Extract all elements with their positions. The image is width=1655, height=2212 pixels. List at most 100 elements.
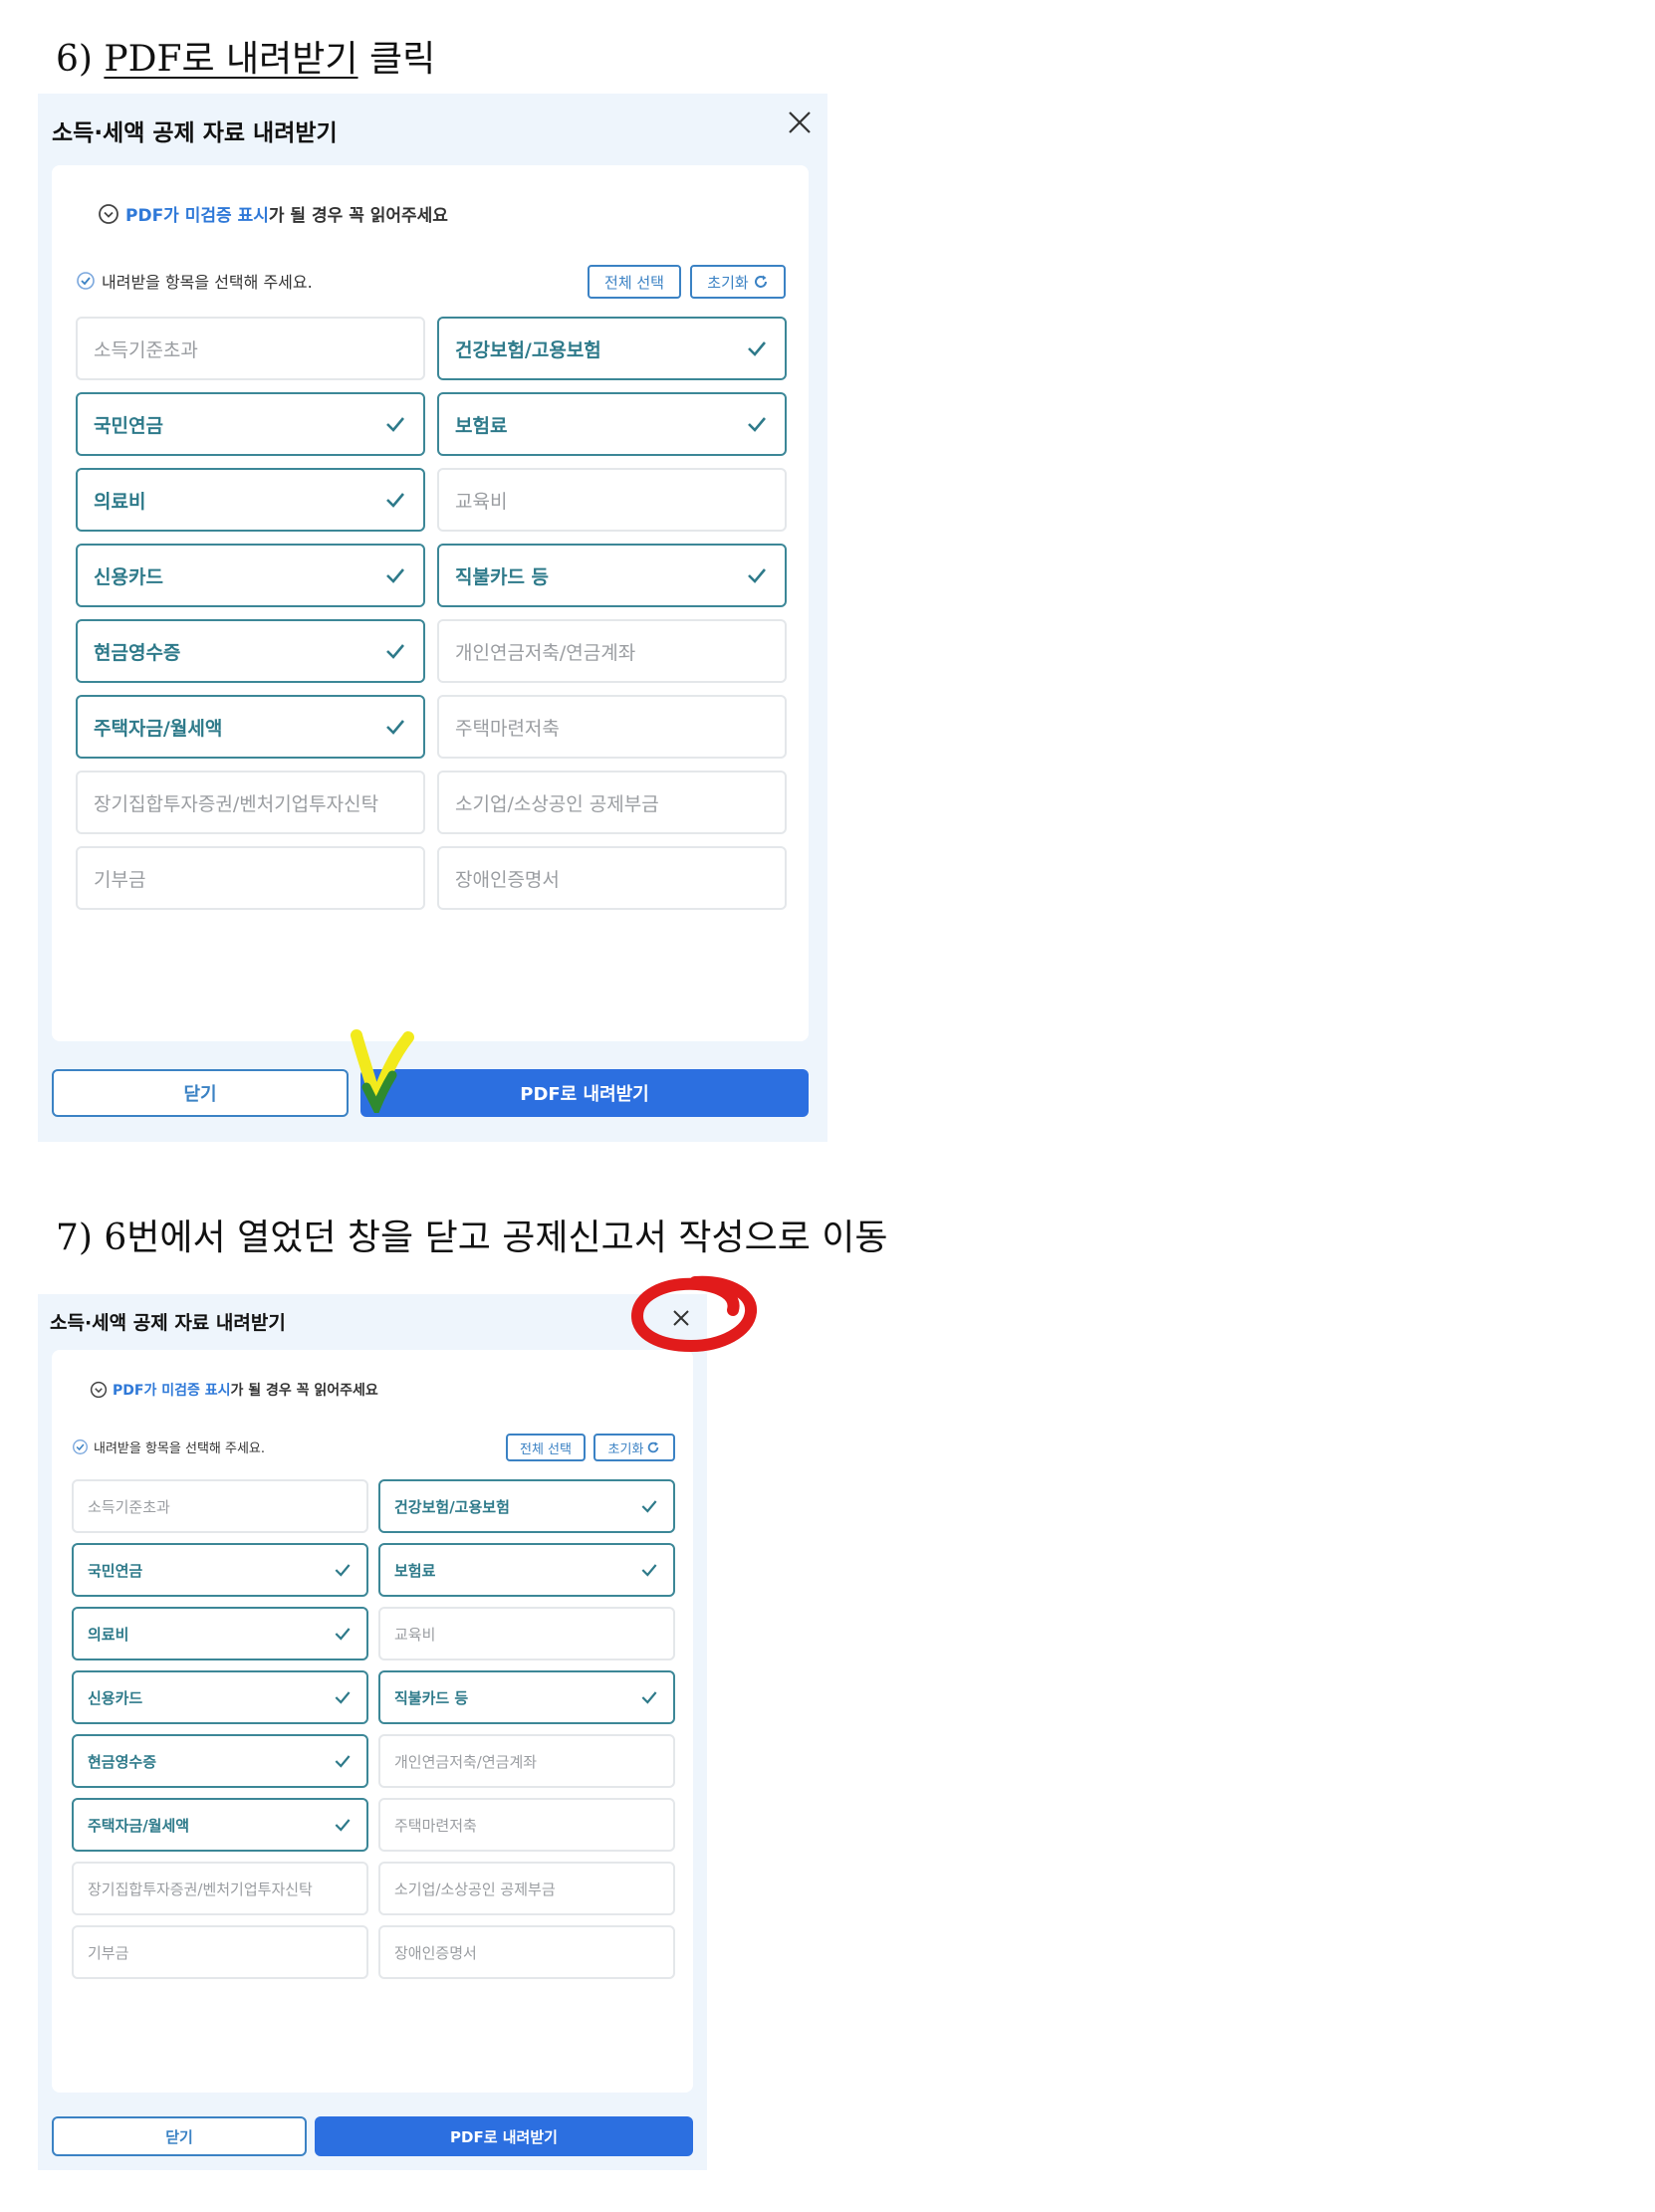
close-button[interactable]: 닫기 <box>52 2116 307 2156</box>
item-option[interactable]: 의료비 <box>76 468 425 532</box>
item-option[interactable]: 직불카드 등 <box>378 1670 675 1724</box>
item-option[interactable]: 현금영수증 <box>76 619 425 683</box>
item-option-label: 현금영수증 <box>94 641 181 664</box>
item-option[interactable]: 개인연금저축/연금계좌 <box>378 1734 675 1788</box>
checkmark-icon <box>386 644 404 659</box>
item-option-label: 장애인증명서 <box>394 1943 477 1962</box>
select-all-label: 전체 선택 <box>520 1441 572 1457</box>
step-7-heading: 7) 6번에서 열었던 창을 닫고 공제신고서 작성으로 이동 <box>56 1209 888 1260</box>
item-option[interactable]: 주택마련저축 <box>378 1798 675 1852</box>
items-grid: 소득기준초과 건강보험/고용보험국민연금 보험료의료비 교육비신용카드 직불카드 등현금… <box>76 317 787 910</box>
item-option[interactable]: 보험료 <box>378 1543 675 1597</box>
checkmark-icon <box>748 417 766 432</box>
step-6-suffix: 클릭 <box>368 39 436 80</box>
item-option[interactable]: 기부금 <box>72 1925 368 1979</box>
item-option[interactable]: 소기업/소상공인 공제부금 <box>437 771 787 834</box>
unverified-notice[interactable]: PDF가 미검증 표시 가 될 경우 꼭 읽어주세요 <box>98 201 448 226</box>
instruction-text: 내려받을 항목을 선택해 주세요. <box>94 1441 266 1456</box>
item-option[interactable]: 교육비 <box>378 1607 675 1660</box>
item-option[interactable]: 건강보험/고용보험 <box>378 1479 675 1533</box>
item-option-label: 신용카드 <box>94 565 163 588</box>
step-7-number: 7) <box>56 1217 93 1258</box>
item-option[interactable]: 주택자금/월세액 <box>72 1798 368 1852</box>
step-6-action-label: PDF로 내려받기 <box>104 39 358 80</box>
item-option[interactable]: 장기집합투자증권/벤처기업투자신탁 <box>72 1862 368 1915</box>
checkmark-icon <box>641 1500 657 1513</box>
item-option-label: 소득기준초과 <box>88 1497 170 1516</box>
item-option[interactable]: 장애인증명서 <box>437 846 787 910</box>
item-option[interactable]: 기부금 <box>76 846 425 910</box>
unverified-notice[interactable]: PDF가 미검증 표시 가 될 경우 꼭 읽어주세요 <box>90 1380 378 1400</box>
select-all-button[interactable]: 전체 선택 <box>588 265 681 299</box>
notice-rest: 가 될 경우 꼭 읽어주세요 <box>230 1383 378 1399</box>
reset-label: 초기화 <box>607 1441 644 1457</box>
dialog-title: 소득·세액 공제 자료 내려받기 <box>52 120 338 146</box>
pdf-download-button[interactable]: PDF로 내려받기 <box>360 1069 809 1117</box>
refresh-icon <box>648 1441 659 1453</box>
notice-highlight: PDF가 미검증 표시 <box>125 206 269 226</box>
item-option[interactable]: 신용카드 <box>76 544 425 607</box>
item-option-label: 장애인증명서 <box>455 868 560 891</box>
item-option[interactable]: 현금영수증 <box>72 1734 368 1788</box>
item-option-label: 주택자금/월세액 <box>94 717 223 740</box>
item-option-label: 국민연금 <box>94 414 163 437</box>
close-icon[interactable] <box>787 110 813 135</box>
item-option[interactable]: 장애인증명서 <box>378 1925 675 1979</box>
item-option[interactable]: 주택마련저축 <box>437 695 787 759</box>
checkmark-icon <box>335 1819 351 1832</box>
step-7-text: 6번에서 열었던 창을 닫고 공제신고서 작성으로 이동 <box>104 1217 888 1258</box>
reset-label: 초기화 <box>707 273 749 292</box>
item-option[interactable]: 국민연금 <box>72 1543 368 1597</box>
item-option[interactable]: 소득기준초과 <box>76 317 425 380</box>
checkmark-icon <box>748 341 766 356</box>
item-option-label: 의료비 <box>94 490 146 513</box>
pdf-download-button[interactable]: PDF로 내려받기 <box>315 2116 693 2156</box>
item-option[interactable]: 교육비 <box>437 468 787 532</box>
item-option[interactable]: 보험료 <box>437 392 787 456</box>
item-option[interactable]: 국민연금 <box>76 392 425 456</box>
item-option[interactable]: 소득기준초과 <box>72 1479 368 1533</box>
item-option[interactable]: 건강보험/고용보험 <box>437 317 787 380</box>
checkmark-icon <box>641 1564 657 1577</box>
checkmark-icon <box>641 1691 657 1704</box>
step-6-heading: 6) PDF로 내려받기 클릭 <box>56 30 435 82</box>
notice-rest: 가 될 경우 꼭 읽어주세요 <box>268 206 448 226</box>
check-circle-icon <box>73 1439 88 1454</box>
chevron-down-circle-icon <box>99 203 118 224</box>
checkmark-icon <box>386 720 404 735</box>
item-option-label: 장기집합투자증권/벤처기업투자신탁 <box>94 792 379 815</box>
reset-button[interactable]: 초기화 <box>690 265 786 299</box>
download-dialog-step7: 소득·세액 공제 자료 내려받기 PDF가 미검증 표시 가 될 경우 꼭 읽어주… <box>38 1294 707 2170</box>
select-all-button[interactable]: 전체 선택 <box>506 1434 586 1461</box>
item-option[interactable]: 신용카드 <box>72 1670 368 1724</box>
item-option-label: 소득기준초과 <box>94 338 198 361</box>
notice-highlight: PDF가 미검증 표시 <box>113 1383 231 1399</box>
close-button-label: 닫기 <box>165 2127 193 2146</box>
item-option-label: 장기집합투자증권/벤처기업투자신탁 <box>88 1880 313 1898</box>
item-option[interactable]: 직불카드 등 <box>437 544 787 607</box>
checkmark-icon <box>335 1755 351 1768</box>
reset-button[interactable]: 초기화 <box>593 1434 675 1461</box>
checkmark-icon <box>335 1691 351 1704</box>
check-circle-icon <box>77 272 95 290</box>
close-button-label: 닫기 <box>183 1084 217 1105</box>
item-option-label: 건강보험/고용보험 <box>455 338 601 361</box>
items-panel: PDF가 미검증 표시 가 될 경우 꼭 읽어주세요 내려받을 항목을 선택해 주… <box>52 1350 693 2093</box>
item-option-label: 소기업/소상공인 공제부금 <box>394 1880 556 1898</box>
items-grid: 소득기준초과 건강보험/고용보험 국민연금 보험료 의료비 교육비신용카드 직불카드 등 현금… <box>72 1479 675 1979</box>
item-option-label: 교육비 <box>455 490 508 513</box>
item-option-label: 주택마련저축 <box>455 717 560 740</box>
item-option[interactable]: 의료비 <box>72 1607 368 1660</box>
item-option[interactable]: 주택자금/월세액 <box>76 695 425 759</box>
item-option[interactable]: 개인연금저축/연금계좌 <box>437 619 787 683</box>
close-button[interactable]: 닫기 <box>52 1069 349 1117</box>
pdf-download-label: PDF로 내려받기 <box>450 2127 558 2146</box>
item-option[interactable]: 장기집합투자증권/벤처기업투자신탁 <box>76 771 425 834</box>
item-option[interactable]: 소기업/소상공인 공제부금 <box>378 1862 675 1915</box>
item-option-label: 신용카드 <box>88 1688 143 1707</box>
checkmark-icon <box>335 1628 351 1641</box>
select-all-label: 전체 선택 <box>604 273 664 292</box>
checkmark-icon <box>335 1564 351 1577</box>
item-option-label: 기부금 <box>94 868 146 891</box>
handdrawn-checkmark-annotation <box>351 1029 414 1113</box>
